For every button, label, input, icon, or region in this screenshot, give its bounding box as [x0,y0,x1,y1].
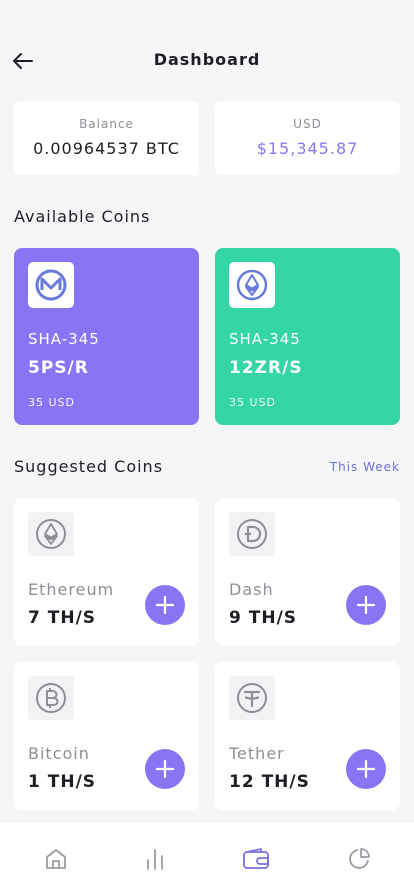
bitcoin-icon [36,683,66,713]
coin-rate: 1 TH/S [28,772,97,792]
usd-value: $15,345.87 [256,139,359,158]
coin-rate: 12 TH/S [229,772,310,792]
coin-usd: 35 USD [229,396,276,409]
page-title: Dashboard [153,50,261,69]
coin-name: SHA-345 [229,330,301,348]
tether-icon [237,683,267,713]
home-icon [46,849,66,869]
balance-value: 0.00964537 BTC [33,139,180,158]
available-coins-title: Available Coins [14,207,151,226]
coin-logo [229,676,275,720]
coin-logo [28,676,74,720]
ethereum-icon [236,269,268,301]
tab-stats[interactable] [141,845,169,873]
add-coin-button[interactable] [346,585,386,625]
pie-chart-icon [349,848,370,869]
coin-logo [28,262,74,308]
plus-icon [156,596,174,614]
coin-name: Bitcoin [28,744,90,763]
suggested-coin-card[interactable]: Bitcoin 1 TH/S [14,662,199,810]
tab-wallet[interactable] [242,845,270,873]
add-coin-button[interactable] [346,749,386,789]
plus-icon [357,596,375,614]
wallet-icon [243,848,269,869]
add-coin-button[interactable] [145,585,185,625]
bar-chart-icon [147,849,163,870]
coin-name: Tether [229,744,285,763]
available-coin-card[interactable]: SHA-345 5PS/R 35 USD [14,248,199,425]
coin-logo [28,512,74,556]
balance-card: Balance 0.00964537 BTC [14,101,199,175]
ethereum-icon [36,519,66,549]
usd-card: USD $15,345.87 [215,101,400,175]
coin-rate: 9 TH/S [229,608,298,628]
dash-icon [237,519,267,549]
tab-home[interactable] [42,845,70,873]
coin-rate: 5PS/R [28,358,89,378]
coin-rate: 7 TH/S [28,608,97,628]
tab-portfolio[interactable] [345,845,373,873]
suggested-coin-card[interactable]: Dash 9 TH/S [215,498,400,646]
coin-name: SHA-345 [28,330,100,348]
coin-name: Ethereum [28,580,115,599]
coin-logo [229,512,275,556]
this-week-filter[interactable]: This Week [330,460,400,474]
suggested-coin-card[interactable]: Ethereum 7 TH/S [14,498,199,646]
coin-logo [229,262,275,308]
coin-usd: 35 USD [28,396,75,409]
usd-label: USD [293,117,322,131]
monero-icon [35,269,67,301]
balance-label: Balance [79,117,134,131]
plus-icon [156,760,174,778]
plus-icon [357,760,375,778]
header: Dashboard [0,0,414,100]
add-coin-button[interactable] [145,749,185,789]
coin-name: Dash [229,580,274,599]
bottom-tab-bar [0,823,414,896]
available-coin-card[interactable]: SHA-345 12ZR/S 35 USD [215,248,400,425]
suggested-coin-card[interactable]: Tether 12 TH/S [215,662,400,810]
suggested-coins-title: Suggested Coins [14,457,164,476]
coin-rate: 12ZR/S [229,358,303,378]
